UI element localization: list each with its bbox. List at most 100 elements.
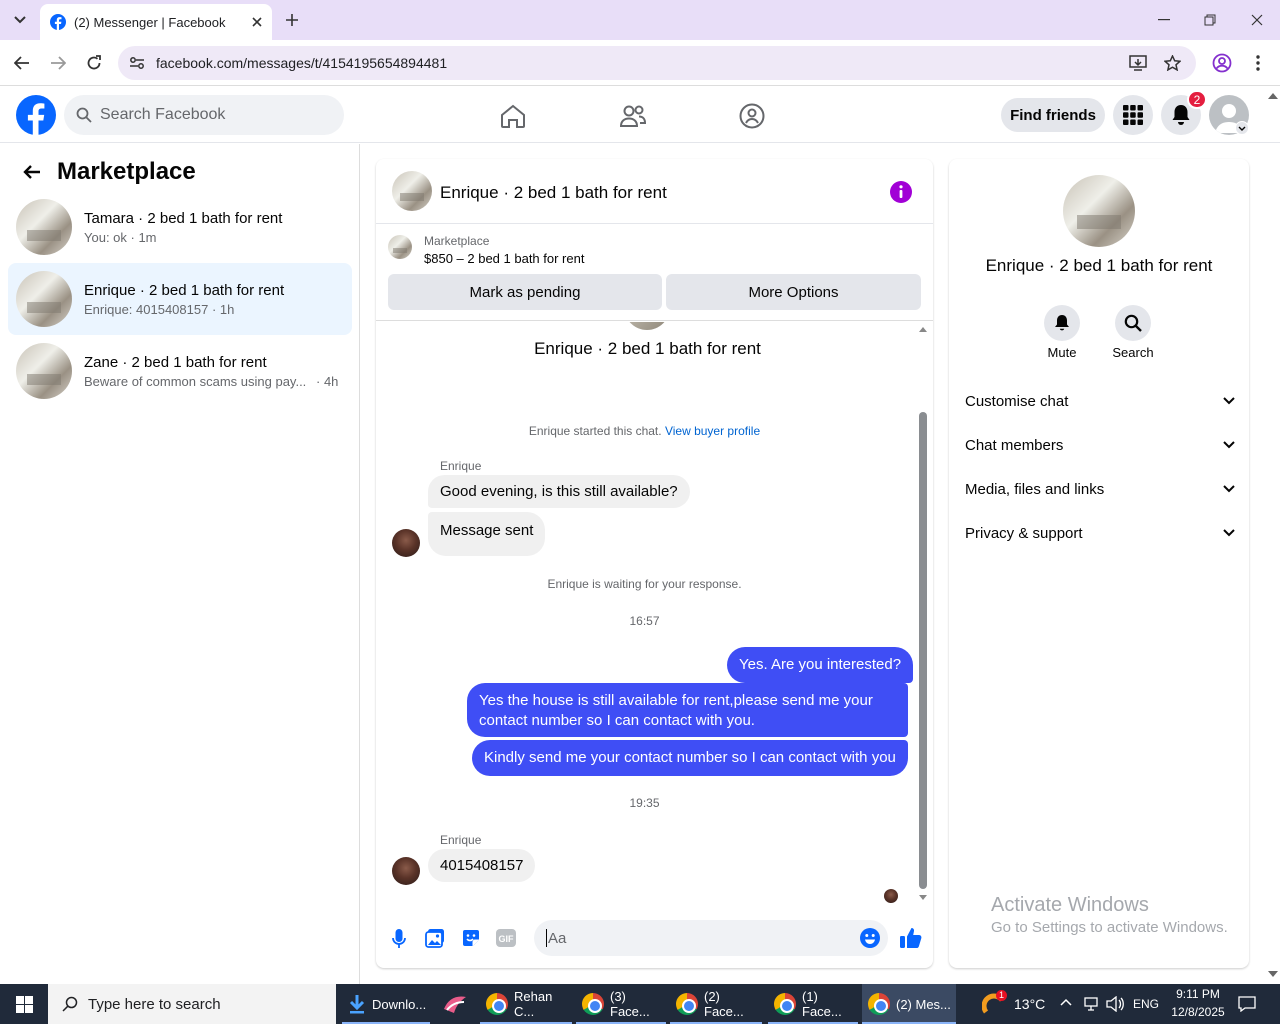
- back-arrow-icon[interactable]: [10, 51, 34, 75]
- profile-icon[interactable]: [1210, 51, 1234, 75]
- friends-icon[interactable]: [618, 101, 648, 131]
- browser-tab[interactable]: (2) Messenger | Facebook: [40, 4, 272, 40]
- bell-icon: [1171, 104, 1191, 126]
- restore-icon[interactable]: [1196, 10, 1224, 30]
- conversation-item[interactable]: Tamara · 2 bed 1 bath for rent You: ok ·…: [8, 191, 352, 263]
- account-chevron-icon[interactable]: [1235, 121, 1249, 135]
- taskbar-item-downloads[interactable]: Downlo...: [342, 984, 430, 1024]
- temperature[interactable]: 13°C: [1014, 996, 1045, 1012]
- chat-listing-avatar[interactable]: [392, 171, 432, 211]
- page-scroll-up-arrow-icon[interactable]: [1268, 92, 1278, 99]
- timestamp: 16:57: [629, 614, 660, 628]
- conversation-item-selected[interactable]: Enrique · 2 bed 1 bath for rent Enrique:…: [8, 263, 352, 335]
- incoming-message[interactable]: Message sent: [428, 512, 546, 556]
- outgoing-message[interactable]: Yes the house is still available for ren…: [467, 683, 908, 737]
- taskbar-item-app[interactable]: [436, 984, 478, 1024]
- search-button[interactable]: [1115, 305, 1151, 341]
- search-icon: [62, 996, 78, 1012]
- page-scroll-down-arrow-icon[interactable]: [1268, 971, 1278, 978]
- forward-arrow-icon[interactable]: [46, 51, 70, 75]
- grid-menu-icon: [1123, 105, 1143, 125]
- chat-details-title: Enrique · 2 bed 1 bath for rent: [985, 256, 1213, 275]
- taskbar-item-chrome[interactable]: (3) Face...: [576, 984, 666, 1024]
- taskbar-item-chrome[interactable]: Rehan C...: [480, 984, 572, 1024]
- chrome-icon: [676, 993, 698, 1015]
- scroll-down-arrow-icon[interactable]: [919, 895, 927, 901]
- search-icon: [76, 107, 92, 123]
- install-app-icon[interactable]: [1128, 54, 1148, 72]
- chat-panel: Enrique · 2 bed 1 bath for rent Marketpl…: [376, 159, 933, 968]
- view-buyer-profile-link[interactable]: View buyer profile: [665, 424, 760, 438]
- taskbar-item-label: Downlo...: [372, 996, 427, 1012]
- reload-icon[interactable]: [82, 51, 106, 75]
- listing-thumbnail[interactable]: [388, 235, 412, 259]
- photo-icon[interactable]: [425, 928, 445, 948]
- media-files-links-section[interactable]: Media, files and links: [965, 477, 1235, 501]
- outgoing-message[interactable]: Kindly send me your contact number so I …: [472, 740, 908, 776]
- sticker-icon[interactable]: [461, 928, 481, 948]
- chat-details-avatar[interactable]: [1063, 175, 1135, 247]
- address-bar[interactable]: facebook.com/messages/t/4154195654894481: [118, 46, 1196, 80]
- notification-center-icon[interactable]: [1238, 996, 1256, 1012]
- home-icon[interactable]: [498, 101, 528, 131]
- site-info-icon[interactable]: [128, 55, 146, 71]
- chat-members-section[interactable]: Chat members: [965, 433, 1235, 457]
- chevron-down-icon: [1223, 441, 1235, 449]
- scrollbar-thumb[interactable]: [919, 412, 927, 889]
- volume-icon[interactable]: [1106, 996, 1124, 1012]
- bookmark-star-icon[interactable]: [1162, 54, 1182, 72]
- minimize-icon[interactable]: [1150, 10, 1178, 30]
- taskbar-item-chrome[interactable]: (2) Face...: [670, 984, 762, 1024]
- tab-close-icon[interactable]: [252, 17, 262, 27]
- sender-avatar[interactable]: [392, 529, 420, 557]
- message-input-placeholder: Aa: [548, 929, 567, 947]
- conversation-item[interactable]: Zane · 2 bed 1 bath for rent Beware of c…: [8, 335, 352, 407]
- browser-menu-icon[interactable]: [1246, 51, 1270, 75]
- thumbs-up-icon[interactable]: [900, 927, 922, 949]
- clock-date[interactable]: 12/8/2025: [1165, 1005, 1231, 1019]
- back-arrow-icon[interactable]: [20, 160, 44, 184]
- facebook-logo-icon[interactable]: [16, 95, 56, 135]
- chat-title[interactable]: Enrique · 2 bed 1 bath for rent: [440, 183, 667, 203]
- microphone-icon[interactable]: [392, 929, 406, 949]
- groups-icon[interactable]: [737, 101, 767, 131]
- mark-as-pending-button[interactable]: Mark as pending: [388, 274, 662, 310]
- scrollbar-track[interactable]: [917, 322, 929, 907]
- search-input[interactable]: Search Facebook: [64, 95, 344, 135]
- panel-title: Marketplace: [57, 158, 196, 185]
- section-label: Customise chat: [965, 392, 1069, 410]
- taskbar-item-label: (3) Face...: [610, 989, 650, 1019]
- network-icon[interactable]: [1084, 996, 1100, 1012]
- taskbar-item-label: (1) Face...: [802, 989, 842, 1019]
- conversation-preview: Enrique: 4015408157 · 1h: [84, 301, 235, 317]
- privacy-support-section[interactable]: Privacy & support: [965, 521, 1235, 545]
- more-options-button[interactable]: More Options: [666, 274, 921, 310]
- new-tab-plus-icon[interactable]: [280, 8, 304, 32]
- close-window-icon[interactable]: [1243, 10, 1271, 30]
- outgoing-message[interactable]: Yes. Are you interested?: [727, 647, 914, 683]
- tab-list-chevron-icon[interactable]: [8, 8, 32, 32]
- incoming-message[interactable]: Good evening, is this still available?: [428, 475, 690, 508]
- scroll-up-arrow-icon[interactable]: [919, 326, 927, 332]
- message-input[interactable]: Aa: [534, 920, 888, 956]
- listing-price-title[interactable]: $850 – 2 bed 1 bath for rent: [424, 251, 584, 266]
- incoming-message[interactable]: 4015408157: [428, 849, 536, 882]
- taskbar-item-chrome[interactable]: (1) Face...: [768, 984, 858, 1024]
- emoji-icon[interactable]: [860, 928, 880, 948]
- browser-tab-strip: (2) Messenger | Facebook: [0, 0, 1280, 40]
- find-friends-button[interactable]: Find friends: [1001, 98, 1105, 132]
- customise-chat-section[interactable]: Customise chat: [965, 389, 1235, 413]
- mute-button[interactable]: [1044, 305, 1080, 341]
- taskbar-search-input[interactable]: Type here to search: [48, 984, 336, 1024]
- sender-avatar[interactable]: [392, 857, 420, 885]
- chevron-down-icon: [1223, 529, 1235, 537]
- clock-time[interactable]: 9:11 PM: [1168, 987, 1228, 1001]
- taskbar-item-chrome-active[interactable]: (2) Mes...: [862, 984, 956, 1024]
- mute-label: Mute: [1047, 345, 1077, 360]
- windows-start-icon[interactable]: [0, 984, 48, 1024]
- language-indicator[interactable]: ENG: [1133, 997, 1159, 1011]
- chevron-up-icon[interactable]: [1060, 998, 1072, 1006]
- info-icon[interactable]: [890, 181, 912, 203]
- gif-icon[interactable]: GIF: [496, 929, 516, 947]
- menu-grid-button[interactable]: [1113, 95, 1153, 135]
